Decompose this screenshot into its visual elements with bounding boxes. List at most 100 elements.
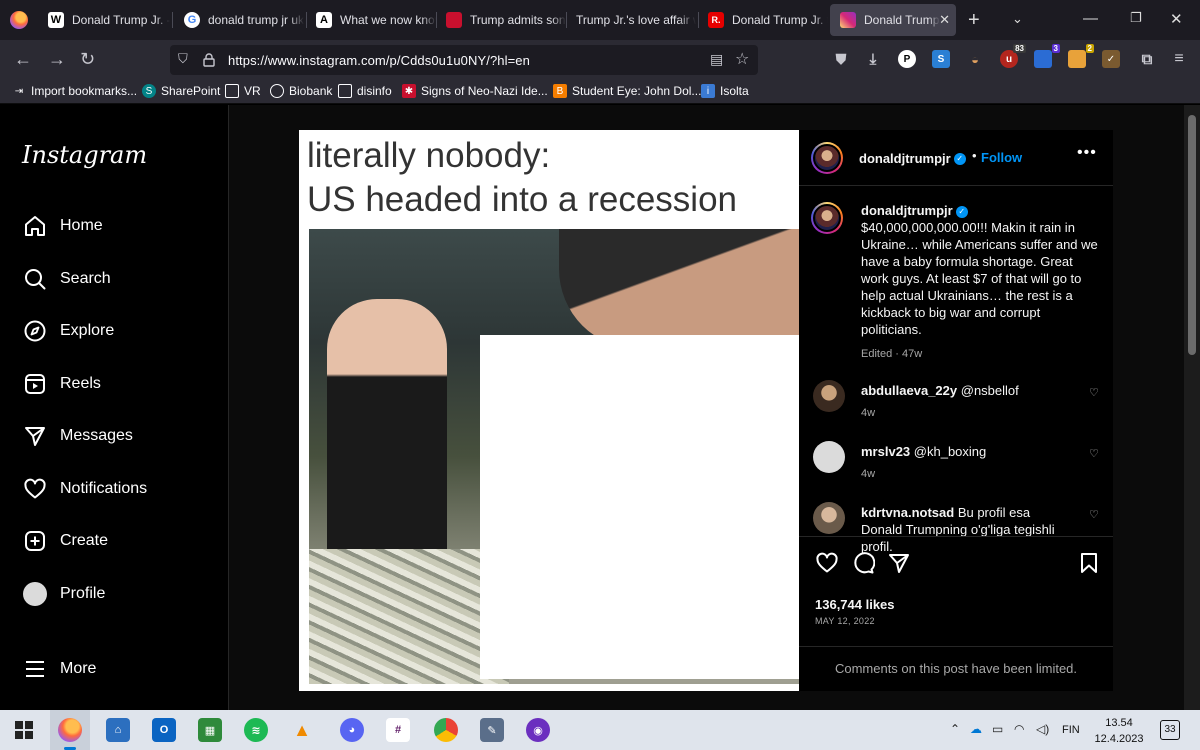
author-name-row[interactable]: donaldjtrumpjr ✓	[859, 150, 966, 168]
app-menu-icon[interactable]: ≡	[1170, 50, 1188, 68]
caption-username[interactable]: donaldjtrumpjr	[861, 203, 953, 218]
comment-text[interactable]: @nsbellof	[961, 383, 1019, 398]
close-window-button[interactable]: ✕	[1170, 10, 1183, 28]
extensions-puzzle-icon[interactable]: ⧉	[1138, 50, 1156, 68]
bookmark-student-eye[interactable]: B Student Eye: John Dol...	[553, 84, 701, 98]
clock[interactable]: 13.54 12.4.2023	[1094, 715, 1144, 747]
bookmark-vr[interactable]: VR	[225, 84, 261, 98]
bookmark-disinfo[interactable]: disinfo	[338, 84, 392, 98]
more-options-icon[interactable]: •••	[1077, 144, 1097, 162]
post-date: MAY 12, 2022	[815, 616, 875, 626]
comment-bubble-icon[interactable]	[851, 551, 876, 580]
bookmark-label: disinfo	[357, 84, 392, 98]
commenter-avatar[interactable]	[813, 441, 845, 473]
extension-ublock-icon[interactable]: u 83	[1000, 44, 1026, 68]
comment-text[interactable]: @kh_boxing	[914, 444, 986, 459]
tab-3[interactable]: A What we now know	[306, 4, 436, 36]
like-heart-icon[interactable]	[815, 551, 839, 580]
firefox-icon[interactable]	[58, 718, 82, 742]
bookmark-neo-nazi[interactable]: ✱ Signs of Neo-Nazi Ide...	[402, 84, 548, 98]
back-arrow-icon[interactable]: ←	[14, 49, 32, 70]
extension-orange-icon[interactable]: 2	[1068, 44, 1094, 68]
bookmark-star-icon[interactable]: ☆	[735, 49, 749, 69]
bookmark-isolta[interactable]: i Isolta	[701, 84, 749, 98]
likes-count[interactable]: 136,744 likes	[815, 597, 895, 612]
app-tool-icon[interactable]: ✎	[480, 718, 504, 742]
tab-5[interactable]: Trump Jr.'s love affair w	[566, 4, 696, 36]
follow-button[interactable]: Follow	[981, 150, 1022, 165]
extension-blue-icon[interactable]: 3	[1034, 44, 1060, 68]
minimize-window-button[interactable]: —	[1083, 10, 1098, 27]
extension-badge: 3	[1051, 44, 1060, 53]
input-language[interactable]: FIN	[1062, 724, 1080, 736]
vlc-icon[interactable]: ▲	[290, 718, 314, 742]
discord-icon[interactable]: ◕	[340, 718, 364, 742]
new-tab-button[interactable]: +	[968, 9, 980, 32]
extension-check-icon[interactable]: ✓	[1102, 50, 1120, 68]
network-app-icon[interactable]: ⌂	[106, 718, 130, 742]
comments-limited-notice: Comments on this post have been limited.	[799, 646, 1113, 691]
extension-hat-icon[interactable]: ◒	[966, 50, 984, 68]
windows-taskbar: ⌂ O ▦ ≋ ▲ ◕ # ✎ ◉ ⌃ ☁ ▭ ◠ ◁) FIN 13.54 1…	[0, 710, 1200, 750]
redaction-box	[480, 335, 800, 679]
save-bookmark-icon[interactable]	[1077, 551, 1101, 580]
outlook-icon[interactable]: O	[152, 718, 176, 742]
author-avatar[interactable]	[811, 142, 843, 174]
restore-window-button[interactable]: ❐	[1130, 10, 1142, 26]
tab-6[interactable]: R. Donald Trump Jr. t	[698, 4, 828, 36]
lock-icon[interactable]	[203, 53, 215, 67]
forward-arrow-icon[interactable]: →	[48, 49, 66, 70]
comment-username[interactable]: mrslv23	[861, 444, 910, 459]
caption-meta: Edited · 47w	[861, 348, 923, 360]
url-text[interactable]: https://www.instagram.com/p/Cdds0u1u0NY/…	[228, 53, 530, 68]
like-comment-heart-icon[interactable]: ♡	[1089, 447, 1099, 460]
purple-app-icon[interactable]: ◉	[526, 718, 550, 742]
tab-2[interactable]: G donald trump jr uk	[174, 4, 304, 36]
extension-s-icon[interactable]: S	[932, 50, 950, 68]
scrollbar-thumb[interactable]	[1188, 115, 1196, 355]
wifi-icon[interactable]: ◠	[1014, 722, 1024, 736]
page-scrollbar[interactable]	[1184, 105, 1200, 710]
author-username[interactable]: donaldjtrumpjr	[859, 151, 951, 166]
sheet-app-icon[interactable]: ▦	[198, 718, 222, 742]
post-modal: literally nobody: US headed into a reces…	[0, 105, 1184, 710]
share-paper-plane-icon[interactable]	[887, 551, 911, 580]
onedrive-icon[interactable]: ☁	[970, 722, 982, 736]
caption-avatar[interactable]	[811, 202, 843, 234]
post-details-pane: donaldjtrumpjr ✓ • Follow ••• donaldjtrum…	[799, 130, 1113, 691]
clock-date: 12.4.2023	[1094, 733, 1144, 745]
downloads-icon[interactable]: ⤓	[864, 50, 882, 68]
tab-4[interactable]: Trump admits son	[436, 4, 566, 36]
tab-title: What we now know	[340, 13, 436, 27]
clock-time: 13.54	[1105, 717, 1133, 729]
reload-icon[interactable]: ↻	[80, 49, 95, 70]
commenter-avatar[interactable]	[813, 502, 845, 534]
bookmark-biobank[interactable]: Biobank	[270, 84, 332, 98]
slack-icon[interactable]: #	[386, 718, 410, 742]
tab-7-active[interactable]: Donald Trump Jr. ✕	[830, 4, 956, 36]
commenter-avatar[interactable]	[813, 380, 845, 412]
windows-start-icon[interactable]	[12, 718, 36, 742]
bookmark-sharepoint[interactable]: S SharePoint	[142, 84, 220, 98]
chevron-up-icon[interactable]: ⌃	[950, 722, 960, 736]
like-comment-heart-icon[interactable]: ♡	[1089, 386, 1099, 399]
volume-icon[interactable]: ◁)	[1036, 722, 1049, 736]
reader-view-icon[interactable]: ▤	[710, 51, 723, 68]
notification-center-icon[interactable]: 33	[1160, 720, 1180, 740]
close-tab-icon[interactable]: ✕	[939, 12, 950, 28]
tab-1[interactable]: W Donald Trump Jr. -	[38, 4, 170, 36]
chrome-icon[interactable]	[434, 718, 458, 742]
tracking-shield-icon[interactable]: ⛉	[178, 51, 188, 67]
url-bar[interactable]: ⛉ https://www.instagram.com/p/Cdds0u1u0N…	[170, 45, 758, 75]
pocket-icon[interactable]: ⛊	[832, 50, 850, 68]
extension-p-icon[interactable]: P	[898, 50, 916, 68]
post-header: donaldjtrumpjr ✓ • Follow •••	[799, 130, 1113, 186]
device-icon[interactable]: ▭	[992, 722, 1003, 736]
comment-username[interactable]: abdullaeva_22y	[861, 383, 957, 398]
firefox-menu-icon[interactable]	[10, 11, 28, 29]
spotify-icon[interactable]: ≋	[244, 718, 268, 742]
list-all-tabs-icon[interactable]: ⌄	[1012, 11, 1023, 27]
like-comment-heart-icon[interactable]: ♡	[1089, 508, 1099, 521]
bookmark-import[interactable]: ⇥ Import bookmarks...	[12, 84, 137, 98]
comment-username[interactable]: kdrtvna.notsad	[861, 505, 954, 520]
